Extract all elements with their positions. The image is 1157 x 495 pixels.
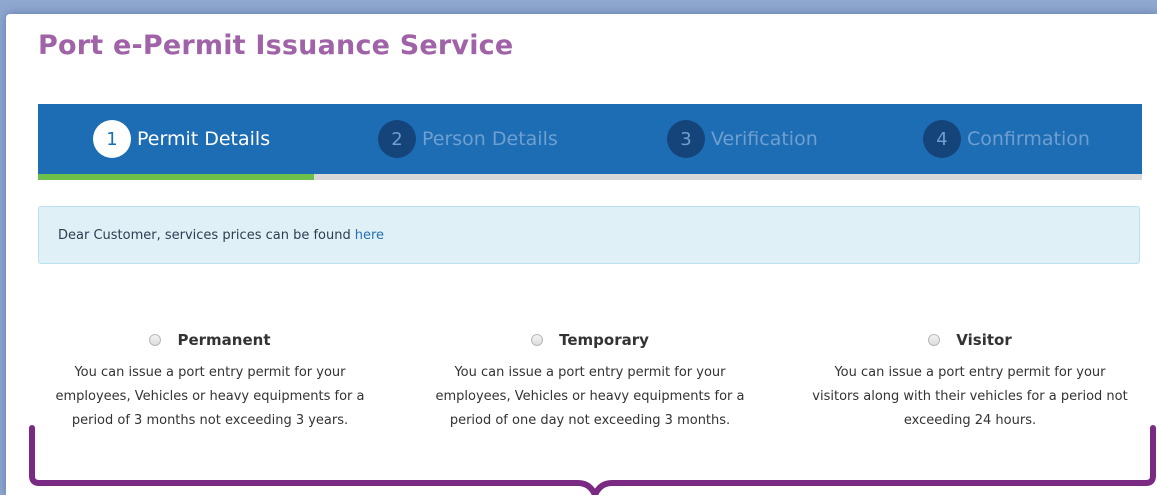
- notice-text: Dear Customer, services prices can be fo…: [58, 227, 351, 243]
- step-verification[interactable]: 3 Verification: [667, 104, 818, 174]
- step-person-details[interactable]: 2 Person Details: [378, 104, 558, 174]
- desc-line: You can issue a port entry permit for yo…: [834, 365, 1106, 380]
- desc-line: You can issue a port entry permit for yo…: [454, 365, 726, 380]
- desc-line: You can issue a port entry permit for yo…: [74, 365, 346, 380]
- option-visitor: Visitor You can issue a port entry permi…: [790, 330, 1150, 433]
- temporary-radio[interactable]: [531, 334, 544, 346]
- option-description: You can issue a port entry permit for yo…: [790, 361, 1150, 433]
- progress-fill: [38, 174, 314, 180]
- desc-line: period of 3 months not exceeding 3 years…: [71, 413, 349, 428]
- option-title: Permanent: [177, 331, 271, 349]
- option-permanent: Permanent You can issue a port entry per…: [30, 330, 390, 433]
- option-description: You can issue a port entry permit for yo…: [410, 361, 770, 433]
- step-label: Verification: [711, 128, 818, 150]
- desc-line: period of one day not exceeding 3 months…: [449, 413, 731, 428]
- step-label: Permit Details: [137, 128, 271, 150]
- visitor-radio[interactable]: [928, 334, 941, 346]
- page-title: Port e-Permit Issuance Service: [38, 30, 514, 61]
- step-number: 2: [378, 120, 416, 158]
- wizard-steps: 1 Permit Details 2 Person Details 3 Veri…: [38, 104, 1142, 174]
- prices-link[interactable]: here: [355, 228, 384, 243]
- option-description: You can issue a port entry permit for yo…: [30, 361, 390, 433]
- desc-line: employees, Vehicles or heavy equipments …: [55, 389, 365, 404]
- step-number: 3: [667, 120, 705, 158]
- option-title: Temporary: [559, 331, 649, 349]
- desc-line: employees, Vehicles or heavy equipments …: [435, 389, 745, 404]
- option-temporary: Temporary You can issue a port entry per…: [410, 330, 770, 433]
- step-permit-details[interactable]: 1 Permit Details: [93, 104, 270, 174]
- step-confirmation[interactable]: 4 Confirmation: [923, 104, 1090, 174]
- step-number: 1: [93, 120, 131, 158]
- progress-bar: [38, 174, 1142, 180]
- desc-line: exceeding 24 hours.: [903, 413, 1037, 428]
- step-label: Confirmation: [967, 128, 1090, 150]
- step-label: Person Details: [422, 128, 558, 150]
- option-title: Visitor: [956, 331, 1012, 349]
- notice-alert: Dear Customer, services prices can be fo…: [38, 206, 1140, 264]
- desc-line: visitors along with their vehicles for a…: [812, 389, 1128, 404]
- permanent-radio[interactable]: [149, 334, 162, 346]
- step-number: 4: [923, 120, 961, 158]
